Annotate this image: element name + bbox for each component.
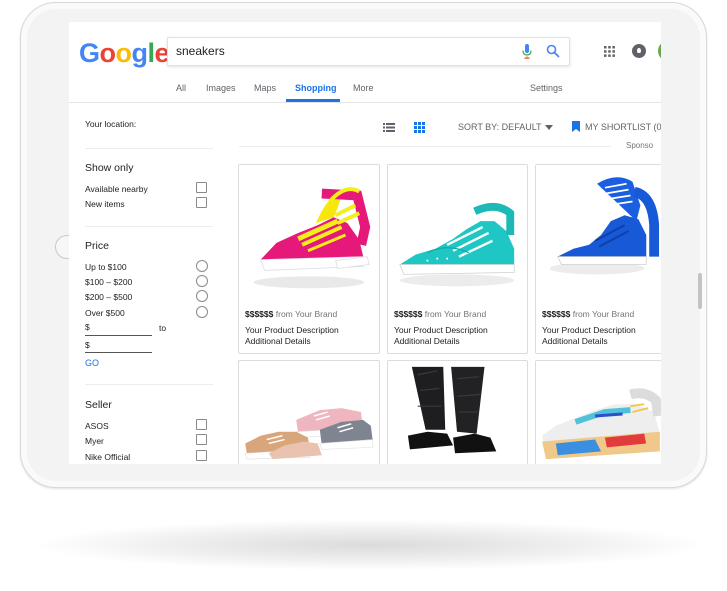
product-description: Your Product Description <box>394 325 488 335</box>
go-button[interactable]: GO <box>85 358 99 368</box>
product-description: Your Product Description <box>542 325 636 335</box>
tab-images[interactable]: Images <box>206 83 236 93</box>
price-option-label: Up to $100 <box>85 262 127 272</box>
white-running-shoe-image <box>542 388 661 460</box>
show-only-title: Show only <box>85 162 134 174</box>
product-card[interactable] <box>387 360 528 464</box>
tab-all[interactable]: All <box>176 83 186 93</box>
black-sneakers-on-feet-image <box>398 366 515 464</box>
new-items-checkbox[interactable] <box>196 197 207 208</box>
logo-letter: g <box>131 38 149 68</box>
logo-letter: o <box>99 38 117 68</box>
logo-letter: l <box>147 38 156 68</box>
search-icon[interactable] <box>546 44 560 58</box>
price-option-label: $200 – $500 <box>85 292 133 302</box>
product-details: Additional Details <box>542 336 608 346</box>
price-option-label: $100 – $200 <box>85 277 133 287</box>
seller-checkbox[interactable] <box>196 419 207 430</box>
sort-dropdown[interactable]: SORT BY: DEFAULT <box>458 122 542 132</box>
seller-checkbox[interactable] <box>196 434 207 445</box>
product-card[interactable]: $$$$$$ from Your Brand Your Product Desc… <box>535 164 661 354</box>
seller-label: Myer <box>85 436 104 446</box>
bookmark-icon[interactable] <box>572 121 580 132</box>
seller-title: Seller <box>85 399 112 411</box>
source: from Your Brand <box>572 309 635 319</box>
price-row: $$$$$$ from Your Brand <box>245 309 337 319</box>
price-row: $$$$$$ from Your Brand <box>542 309 634 319</box>
product-card[interactable]: $$$$$$ from Your Brand Your Product Desc… <box>238 164 380 354</box>
price-option-radio[interactable] <box>196 275 208 287</box>
header-divider <box>69 102 661 103</box>
product-details: Additional Details <box>245 336 311 346</box>
price: $$$$$$ <box>542 309 571 319</box>
pastel-sneakers-image <box>244 408 374 460</box>
pink-sneaker-image <box>239 165 379 298</box>
seller-label: ASOS <box>85 421 109 431</box>
product-description: Your Product Description <box>245 325 339 335</box>
device-shadow <box>40 520 700 570</box>
section-divider <box>85 384 213 385</box>
tab-maps[interactable]: Maps <box>254 83 276 93</box>
apps-grid-icon[interactable] <box>604 46 615 57</box>
price: $$$$$$ <box>245 309 274 319</box>
sponsored-label: Sponso <box>626 141 654 150</box>
tab-more[interactable]: More <box>353 83 374 93</box>
product-card[interactable] <box>535 360 661 464</box>
logo-letter: G <box>79 38 100 68</box>
tab-shopping[interactable]: Shopping <box>295 83 337 93</box>
price-option-radio[interactable] <box>196 260 208 272</box>
chevron-down-icon[interactable] <box>545 125 553 130</box>
section-divider <box>85 226 213 227</box>
location-label: Your location: <box>85 119 137 129</box>
blue-sneaker-image <box>536 165 661 298</box>
product-card[interactable] <box>238 360 380 464</box>
side-button[interactable] <box>698 273 702 309</box>
price-row: $$$$$$ from Your Brand <box>394 309 486 319</box>
grid-view-icon[interactable] <box>414 122 425 133</box>
seller-checkbox[interactable] <box>196 450 207 461</box>
section-divider <box>85 148 213 149</box>
seller-label: Nike Official <box>85 452 131 462</box>
logo-letter: o <box>115 38 133 68</box>
price-option-label: Over $500 <box>85 308 125 318</box>
microphone-icon[interactable] <box>522 44 532 59</box>
price: $$$$$$ <box>394 309 423 319</box>
available-nearby-label: Available nearby <box>85 184 148 194</box>
notifications-icon[interactable] <box>632 44 646 58</box>
price-option-radio[interactable] <box>196 306 208 318</box>
source: from Your Brand <box>424 309 487 319</box>
source: from Your Brand <box>275 309 338 319</box>
to-label: to <box>159 323 167 333</box>
avatar[interactable] <box>658 41 661 61</box>
search-input[interactable] <box>176 44 506 58</box>
browser-screen: Google All Images Maps Shopping More Set… <box>69 22 661 464</box>
price-option-radio[interactable] <box>196 290 208 302</box>
list-view-icon[interactable] <box>383 123 395 132</box>
price-title: Price <box>85 240 109 252</box>
max-price-input[interactable] <box>85 341 152 353</box>
product-details: Additional Details <box>394 336 460 346</box>
tab-settings[interactable]: Settings <box>530 83 563 93</box>
google-logo[interactable]: Google <box>79 38 170 68</box>
product-card[interactable]: $$$$$$ from Your Brand Your Product Desc… <box>387 164 528 354</box>
new-items-label: New items <box>85 199 125 209</box>
my-shortlist-link[interactable]: MY SHORTLIST (0 <box>585 122 661 132</box>
toolbar-divider <box>239 146 611 147</box>
min-price-input[interactable] <box>85 324 152 336</box>
teal-sneaker-image <box>388 165 527 298</box>
search-box[interactable] <box>167 37 570 66</box>
available-nearby-checkbox[interactable] <box>196 182 207 193</box>
